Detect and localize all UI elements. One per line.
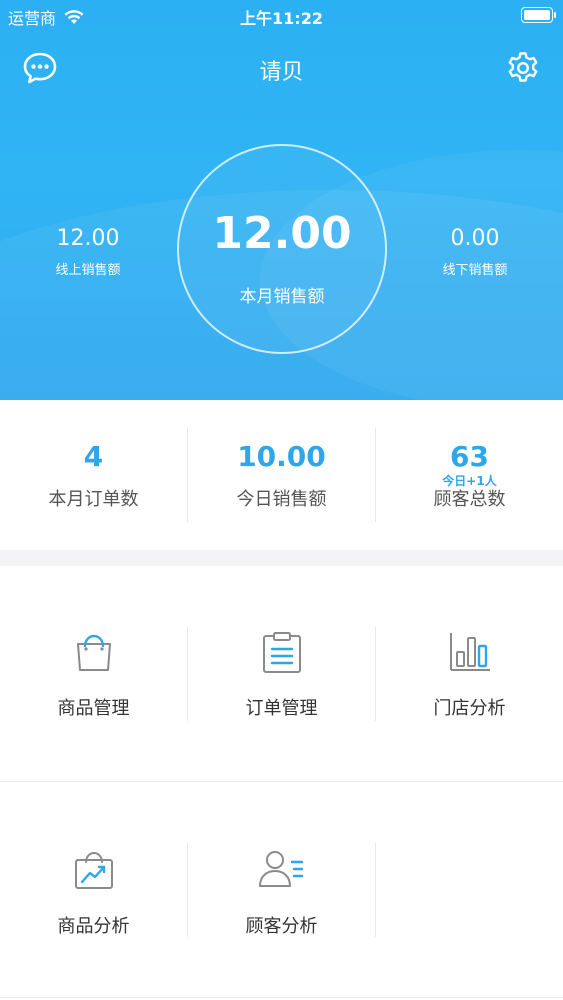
offline-sales-value: 0.00 (450, 226, 500, 251)
menu-product-management[interactable]: 商品管理 (0, 630, 187, 720)
stat-value: 63 (450, 440, 489, 473)
stats-row: 4 本月订单数 10.00 今日销售额 63 今日+1人 顾客总数 (0, 400, 563, 550)
divider (0, 997, 563, 998)
menu-label: 商品分析 (57, 916, 130, 937)
menu-label: 顾客分析 (245, 916, 318, 937)
clipboard-list-icon (262, 632, 301, 673)
stat-label: 本月订单数 (48, 489, 139, 510)
monthly-sales-value: 12.00 (212, 208, 352, 259)
shopping-bag-icon (76, 634, 111, 671)
menu-label: 商品管理 (57, 698, 130, 719)
monthly-sales-circle: 12.00 本月销售额 (177, 144, 387, 354)
menu-order-management[interactable]: 订单管理 (188, 630, 375, 720)
online-sales-value: 12.00 (56, 226, 120, 251)
stat-today-sales[interactable]: 10.00 今日销售额 (188, 400, 375, 550)
stat-value: 4 (83, 440, 104, 473)
hero-banner: 运营商 上午11:22 请贝 12.00 线上销售额 12.00 本月销售额 0… (0, 0, 563, 400)
stat-label: 顾客总数 (433, 489, 506, 510)
status-time: 上午11:22 (240, 9, 323, 28)
stat-total-customers[interactable]: 63 今日+1人 顾客总数 (376, 400, 563, 550)
page-title: 请贝 (259, 60, 304, 85)
menu-label: 门店分析 (433, 698, 506, 719)
menu-label: 订单管理 (245, 698, 318, 719)
online-sales: 12.00 线上销售额 (13, 226, 163, 278)
gear-icon[interactable] (505, 50, 541, 86)
offline-sales-label: 线下销售额 (442, 263, 508, 278)
battery-icon (521, 7, 556, 23)
status-bar: 运营商 上午11:22 (0, 0, 563, 30)
menu-store-analysis[interactable]: 门店分析 (376, 630, 563, 720)
bar-chart-icon (449, 633, 490, 671)
offline-sales: 0.00 线下销售额 (400, 226, 550, 278)
monthly-sales-label: 本月销售额 (239, 287, 325, 307)
online-sales-label: 线上销售额 (55, 263, 121, 278)
menu-customer-analysis[interactable]: 顾客分析 (188, 848, 375, 938)
menu-product-analysis[interactable]: 商品分析 (0, 848, 187, 938)
stat-monthly-orders[interactable]: 4 本月订单数 (0, 400, 187, 550)
section-gap (0, 550, 563, 566)
divider (375, 843, 376, 937)
user-list-icon (258, 851, 303, 887)
stat-label: 今日销售额 (236, 489, 327, 510)
stat-value: 10.00 (237, 440, 326, 473)
bag-trend-icon (74, 852, 113, 889)
divider (0, 781, 563, 782)
